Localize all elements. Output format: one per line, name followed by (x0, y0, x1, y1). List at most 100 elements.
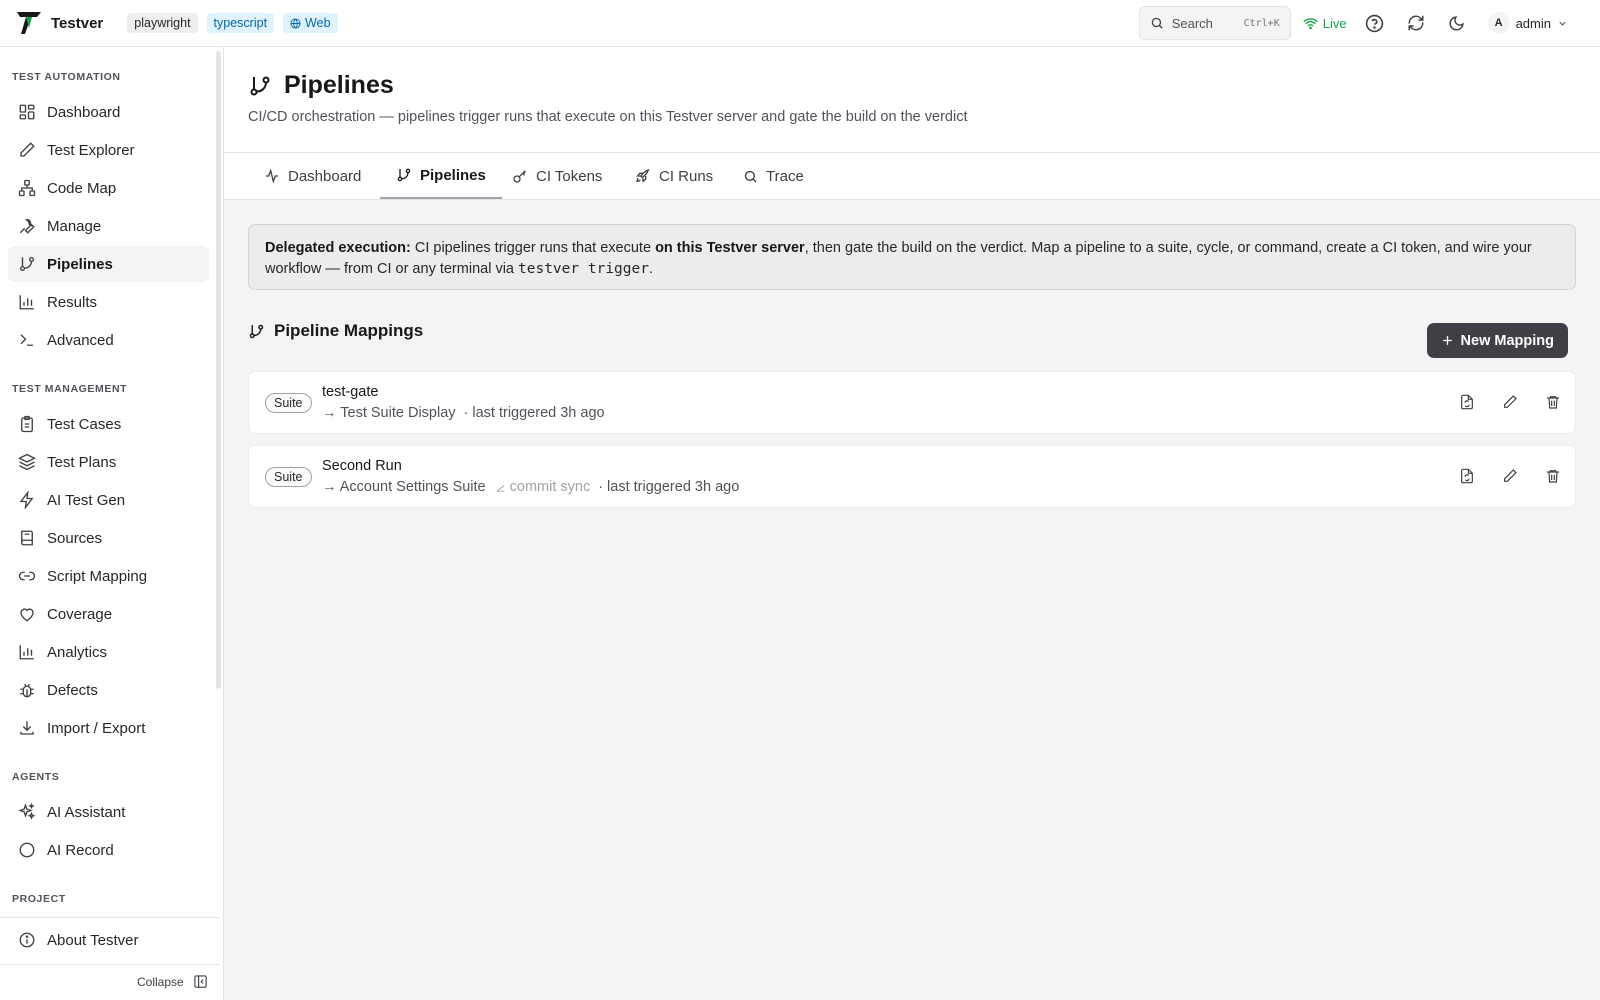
page-subtitle: CI/CD orchestration — pipelines trigger … (248, 109, 968, 125)
sidebar-item-label: Import / Export (47, 719, 146, 737)
git-branch-icon (250, 76, 270, 95)
sidebar-item-label: Results (47, 293, 98, 311)
git-branch-icon (249, 324, 264, 338)
sidebar-item-label: Advanced (47, 331, 114, 349)
delegated-execution-notice: Delegated execution: CI pipelines trigge… (248, 224, 1576, 290)
sidebar-item-label: Coverage (47, 605, 113, 623)
sidebar-item-ai-assistant[interactable]: AI Assistant (8, 794, 209, 830)
layers-icon (18, 453, 36, 471)
collapse-sidebar-button[interactable]: Collapse (137, 974, 208, 989)
circle-icon (19, 842, 35, 858)
delete-mapping-button[interactable] (1545, 393, 1561, 411)
mapping-row[interactable]: Suite Second Run → Account Settings Suit… (248, 445, 1576, 508)
search-button[interactable]: Search Ctrl+K (1138, 6, 1291, 40)
sidebar-item-manage[interactable]: Manage (8, 208, 209, 244)
new-mapping-button[interactable]: New Mapping (1426, 323, 1568, 358)
sidebar-item-label: Test Cases (47, 415, 122, 433)
pipeline-mappings-header: Pipeline Mappings (248, 321, 423, 341)
notice-strong: on this Testver server (655, 240, 805, 256)
sidebar-item-import-export[interactable]: Import / Export (8, 710, 209, 746)
sidebar-item-results[interactable]: Results (8, 284, 209, 320)
sidebar-item-label: Sources (47, 529, 103, 547)
trash-icon (1547, 470, 1559, 483)
sidebar-item-label: About Testver (47, 931, 139, 949)
sidebar-section-title: TEST AUTOMATION (12, 71, 121, 83)
collapse-label: Collapse (137, 974, 184, 989)
user-name: admin (1515, 15, 1551, 31)
tab-pipelines[interactable]: Pipelines (380, 153, 502, 199)
tab-ci-runs[interactable]: CI Runs (619, 153, 729, 199)
delete-mapping-button[interactable] (1545, 467, 1561, 485)
sidebar-item-label: Test Plans (47, 453, 117, 471)
sidebar-section-title: AGENTS (12, 771, 60, 783)
type-badge: Suite (265, 467, 312, 487)
sidebar-item-code-map[interactable]: Code Map (8, 170, 209, 206)
sidebar-item-dashboard[interactable]: Dashboard (8, 94, 209, 130)
sidebar-item-ai-record[interactable]: AI Record (8, 832, 209, 868)
pencil-icon (20, 142, 35, 157)
help-circle-icon (1365, 14, 1384, 32)
platform-tag-label: Web (305, 16, 331, 30)
tab-dashboard[interactable]: Dashboard (248, 153, 377, 199)
help-button[interactable] (1365, 13, 1385, 33)
sidebar-item-pipelines[interactable]: Pipelines (8, 246, 209, 282)
trash-icon (1547, 396, 1559, 409)
run-mapping-button[interactable] (1459, 393, 1475, 411)
sidebar-item-script-mapping[interactable]: Script Mapping (8, 558, 209, 594)
sidebar-item-test-explorer[interactable]: Test Explorer (8, 132, 209, 168)
live-label: Live (1322, 15, 1347, 31)
sidebar-divider (0, 964, 220, 965)
sparkles-icon (18, 803, 36, 820)
panel-left-icon (194, 975, 207, 988)
live-status[interactable]: Live (1303, 16, 1347, 31)
tab-label: Pipelines (420, 166, 486, 184)
sidebar-item-test-cases[interactable]: Test Cases (8, 406, 209, 442)
brand[interactable]: Testver (16, 10, 103, 36)
link-icon (18, 571, 36, 581)
theme-toggle-button[interactable] (1447, 13, 1467, 33)
sidebar-item-label: Code Map (47, 179, 117, 197)
key-icon (513, 170, 526, 183)
main-content: Pipelines CI/CD orchestration — pipeline… (224, 47, 1600, 1000)
mapping-last-triggered: · last triggered 3h ago (463, 405, 605, 421)
sidebar-item-sources[interactable]: Sources (8, 520, 209, 556)
sidebar-item-test-plans[interactable]: Test Plans (8, 444, 209, 480)
tab-label: Trace (766, 167, 804, 185)
edit-mapping-button[interactable] (1502, 393, 1518, 411)
refresh-button[interactable] (1406, 13, 1426, 33)
wifi-icon (1303, 17, 1318, 29)
sidebar-item-label: AI Assistant (47, 803, 126, 821)
sidebar-item-label: Defects (47, 681, 98, 699)
sidebar-item-defects[interactable]: Defects (8, 672, 209, 708)
sidebar-item-coverage[interactable]: Coverage (8, 596, 209, 632)
user-menu[interactable]: A admin (1487, 12, 1568, 34)
mapping-last-triggered: · last triggered 3h ago (598, 479, 740, 495)
sidebar-item-advanced[interactable]: Advanced (8, 322, 209, 358)
book-icon (21, 530, 33, 546)
bug-icon (20, 683, 34, 698)
sidebar-scrollbar[interactable] (216, 51, 221, 689)
sidebar-item-analytics[interactable]: Analytics (8, 634, 209, 670)
search-icon (744, 170, 757, 183)
sidebar-section-title: TEST MANAGEMENT (12, 383, 128, 395)
page-title: Pipelines (284, 71, 394, 99)
notice-lead: Delegated execution: (265, 240, 411, 256)
notice-text: . (648, 261, 653, 277)
globe-icon (290, 17, 301, 29)
sidebar-item-ai-test-gen[interactable]: AI Test Gen (8, 482, 209, 518)
mapping-target: → Test Suite Display (322, 405, 456, 421)
edit-mapping-button[interactable] (1502, 467, 1518, 485)
framework-tag: playwright (127, 13, 198, 33)
sidebar-item-about[interactable]: About Testver (8, 922, 209, 958)
mapping-row[interactable]: Suite test-gate → Test Suite Display · l… (248, 371, 1576, 434)
run-mapping-button[interactable] (1459, 467, 1475, 485)
info-icon (19, 932, 35, 948)
sidebar-item-label: Analytics (47, 643, 108, 661)
tab-ci-tokens[interactable]: CI Tokens (496, 153, 618, 199)
pencil-icon (1504, 395, 1517, 408)
tab-trace[interactable]: Trace (727, 153, 820, 199)
sidebar-item-label: Manage (47, 217, 102, 235)
type-badge: Suite (265, 393, 312, 413)
testver-logo-icon (17, 12, 41, 34)
bar-chart-icon (19, 295, 34, 310)
